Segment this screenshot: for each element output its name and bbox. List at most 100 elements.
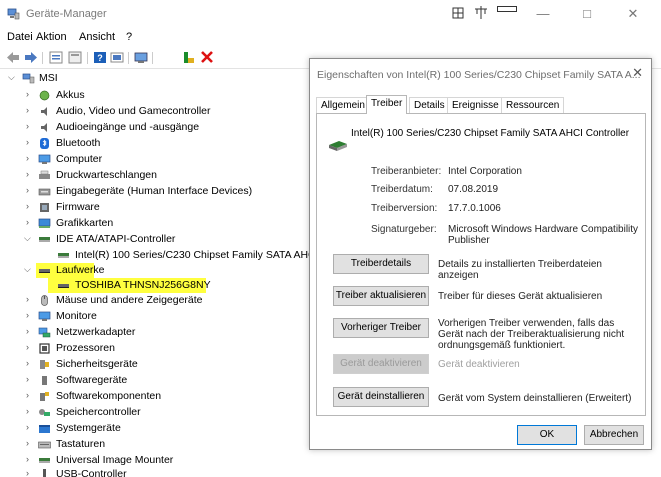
chevron-right-icon[interactable]: › [26, 310, 35, 320]
keyboard-icon [38, 441, 51, 449]
back-arrow-icon[interactable] [6, 51, 20, 64]
chevron-right-icon[interactable]: › [26, 217, 35, 227]
tree-item-system-devices[interactable]: › Systemgeräte [0, 421, 300, 436]
chevron-right-icon[interactable]: › [26, 374, 35, 384]
update-driver-button[interactable]: Treiber aktualisieren [333, 286, 429, 306]
ok-button[interactable]: OK [517, 425, 577, 445]
minimize-button[interactable]: — [523, 2, 563, 26]
device-view-icon[interactable] [110, 51, 124, 64]
tree-item-label: Universal Image Mounter [56, 454, 174, 466]
tree-item-toshiba[interactable]: TOSHIBA THNSNJ256G8NY [0, 278, 211, 293]
tablet-mode-icon[interactable] [452, 7, 464, 19]
uninstall-device-button[interactable]: Gerät deinstallieren [333, 387, 429, 407]
tree-item-storage-controllers[interactable]: › Speichercontroller [0, 405, 300, 420]
tree-item-label: Netzwerkadapter [56, 326, 136, 338]
tree-item-msi[interactable]: ⌵ MSI [0, 71, 300, 86]
view-list-icon[interactable] [49, 51, 63, 64]
tree-item-label: Akkus [56, 89, 85, 101]
tree-item-computer[interactable]: › Computer [0, 152, 300, 167]
tree-item-processors[interactable]: › Prozessoren [0, 341, 300, 356]
cancel-button[interactable]: Abbrechen [584, 425, 644, 445]
tree-item-bluetooth[interactable]: › Bluetooth [0, 136, 300, 151]
chevron-right-icon[interactable]: › [26, 153, 35, 163]
add-driver-icon[interactable] [182, 51, 196, 64]
tree-item-laufwerke[interactable]: ⌵ Laufwerke [0, 263, 104, 278]
chevron-right-icon[interactable]: › [26, 169, 35, 179]
tree-item-audio-video[interactable]: › Audio, Video und Gamecontroller [0, 104, 300, 119]
tree-item-audio-io[interactable]: › Audioeingänge und -ausgänge [0, 120, 300, 135]
tab-details[interactable]: Details [409, 97, 450, 113]
chevron-right-icon[interactable]: › [26, 294, 35, 304]
tree-item-graphics[interactable]: › Grafikkarten [0, 216, 300, 231]
rollback-driver-button[interactable]: Vorheriger Treiber [333, 318, 429, 338]
monitor-icon [38, 154, 51, 164]
uninstall-x-icon[interactable] [200, 51, 214, 64]
pin-icon[interactable] [474, 6, 488, 19]
tab-ereignisse[interactable]: Ereignisse [447, 97, 504, 113]
driver-panel: Intel(R) 100 Series/C230 Chipset Family … [316, 113, 646, 416]
tree-item-label: Monitore [56, 310, 97, 322]
chevron-down-icon[interactable]: ⌵ [8, 72, 17, 83]
tree-item-mice[interactable]: › Mäuse und andere Zeigegeräte [0, 293, 300, 308]
tree-item-print-queues[interactable]: › Druckwarteschlangen [0, 168, 300, 183]
chevron-right-icon[interactable]: › [26, 201, 35, 211]
chevron-right-icon[interactable]: › [26, 121, 35, 131]
toolbar-separator [87, 52, 88, 64]
menu-ansicht[interactable]: Ansicht [79, 31, 115, 43]
forward-arrow-icon[interactable] [24, 51, 38, 64]
chevron-right-icon[interactable]: › [26, 438, 35, 448]
driver-details-button[interactable]: Treiberdetails [333, 254, 429, 274]
properties-icon[interactable] [68, 51, 82, 64]
tree-item-software-components[interactable]: › Softwarekomponenten [0, 389, 300, 404]
tree-item-label: Mäuse und andere Zeigegeräte [56, 294, 203, 306]
tab-allgemein[interactable]: Allgemein [316, 97, 370, 113]
tree-item-akkus[interactable]: › Akkus [0, 88, 300, 103]
chevron-right-icon[interactable]: › [26, 390, 35, 400]
close-button[interactable]: ✕ [613, 2, 653, 26]
tree-item-software-devices[interactable]: › Softwaregeräte [0, 373, 300, 388]
tab-treiber[interactable]: Treiber [366, 95, 408, 114]
chevron-right-icon[interactable]: › [26, 422, 35, 432]
chevron-down-icon[interactable]: ⌵ [24, 264, 33, 275]
tree-item-security[interactable]: › Sicherheitsgeräte [0, 357, 300, 372]
device-manager-icon [7, 8, 20, 20]
disable-device-button[interactable]: Gerät deaktivieren [333, 354, 429, 374]
chevron-right-icon[interactable]: › [26, 406, 35, 416]
driver-details-desc: Details zu installierten Treiberdateien … [438, 259, 602, 281]
menu-datei[interactable]: Datei [7, 31, 33, 43]
chevron-right-icon[interactable]: › [26, 105, 35, 115]
computer-icon [22, 73, 35, 84]
tree-item-label: Speichercontroller [56, 406, 141, 418]
tree-item-network[interactable]: › Netzwerkadapter [0, 325, 300, 340]
chevron-right-icon[interactable]: › [26, 89, 35, 99]
chevron-right-icon[interactable]: › [26, 342, 35, 352]
chevron-right-icon[interactable]: › [26, 137, 35, 147]
tree-item-label: MSI [39, 72, 58, 84]
battery-icon [39, 90, 50, 101]
display-adapter-icon [38, 218, 51, 228]
tree-item-keyboards[interactable]: › Tastaturen [0, 437, 300, 452]
tree-item-monitors[interactable]: › Monitore [0, 309, 300, 324]
chevron-right-icon[interactable]: › [26, 185, 35, 195]
chevron-right-icon[interactable]: › [26, 326, 35, 336]
tree-item-ide-ata[interactable]: ⌵ IDE ATA/ATAPI-Controller [0, 232, 300, 247]
info-value-provider: Intel Corporation [448, 166, 522, 177]
maximize-button[interactable]: □ [567, 2, 607, 26]
help-icon[interactable]: ? [93, 51, 107, 64]
menu-aktion[interactable]: Aktion [36, 31, 67, 43]
chevron-right-icon[interactable]: › [26, 454, 35, 464]
chevron-right-icon[interactable]: › [26, 358, 35, 368]
tree-item-hid[interactable]: › Eingabegeräte (Human Interface Devices… [0, 184, 300, 199]
tree-item-firmware[interactable]: › Firmware [0, 200, 300, 215]
tree-item-label: Systemgeräte [56, 422, 121, 434]
tree-item-intel-sata[interactable]: Intel(R) 100 Series/C230 Chipset Family … [0, 248, 329, 263]
dialog-close-button[interactable]: ✕ [632, 65, 643, 81]
tree-item-image-mounter[interactable]: › Universal Image Mounter [0, 453, 300, 468]
menu-help[interactable]: ? [126, 31, 132, 43]
controller-icon [39, 458, 50, 463]
overlay-bar-icon[interactable] [497, 6, 517, 14]
chevron-down-icon[interactable]: ⌵ [24, 233, 33, 244]
scan-hardware-icon[interactable] [134, 51, 148, 64]
tab-ressourcen[interactable]: Ressourcen [501, 97, 565, 113]
disk-icon [39, 269, 50, 273]
